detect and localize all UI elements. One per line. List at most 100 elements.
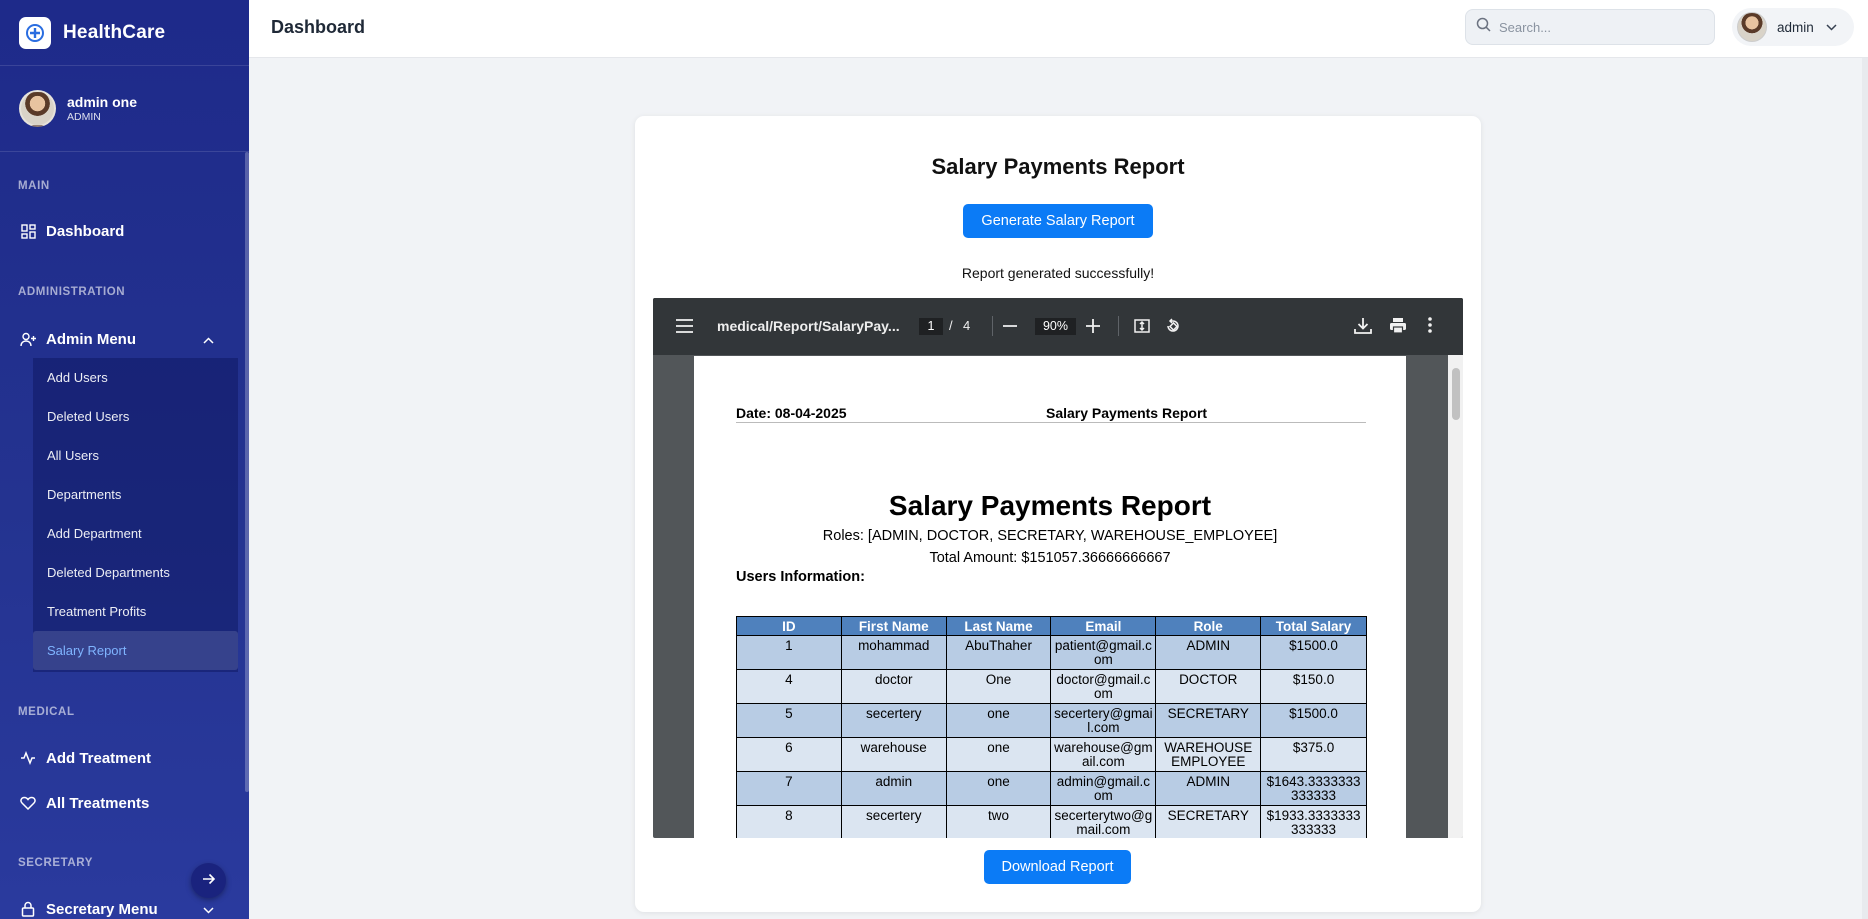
heart-icon (19, 794, 37, 812)
table-cell: admin@gmail.com (1050, 771, 1157, 806)
pdf-title: Salary Payments Report (888, 490, 1212, 521)
zoom-out-icon[interactable] (1003, 325, 1017, 327)
sidebar-item-add-users[interactable]: Add Users (33, 358, 238, 397)
search-box[interactable] (1465, 9, 1715, 45)
table-row: 8 secertery two secerterytwo@gmail.com S… (736, 805, 1367, 838)
table-cell: 6 (736, 737, 842, 772)
section-label-medical: MEDICAL (18, 706, 75, 718)
pdf-users-heading: Users Information: (736, 569, 865, 585)
sidebar-item-deleted-users[interactable]: Deleted Users (33, 397, 238, 436)
table-cell: SECRETARY (1155, 805, 1262, 838)
profile-menu[interactable]: admin (1732, 8, 1854, 46)
admin-submenu: Add Users Deleted Users All Users Depart… (33, 358, 238, 672)
pdf-header-rule (736, 422, 1366, 423)
table-cell: $375.0 (1260, 737, 1367, 772)
sidebar-item-secretary-menu[interactable]: Secretary Menu (0, 898, 240, 919)
table-row: 7 admin one admin@gmail.com ADMIN $1643.… (736, 771, 1367, 806)
activity-icon (19, 749, 37, 767)
sidebar-item-salary-report[interactable]: Salary Report (33, 631, 238, 670)
pdf-header-title: Salary Payments Report (1046, 405, 1208, 421)
pdf-total-amount: Total Amount: $151057.36666666667 (929, 550, 1171, 566)
collapse-sidebar-button[interactable] (191, 863, 226, 898)
table-cell: one (945, 737, 1052, 772)
sidebar-user-name: admin one (67, 94, 138, 110)
success-message: Report generated successfully! (961, 265, 1155, 281)
table-cell: 1 (736, 635, 842, 670)
sidebar-item-dashboard[interactable]: Dashboard (0, 220, 240, 242)
page-total: 4 (963, 318, 971, 333)
table-cell: WAREHOUSE EMPLOYEE (1155, 737, 1262, 772)
table-cell: one (945, 771, 1052, 806)
zoom-level[interactable]: 90% (1035, 318, 1076, 335)
table-cell: doctor@gmail.com (1050, 669, 1157, 704)
table-cell: patient@gmail.com (1050, 635, 1157, 670)
sidebar-item-add-department[interactable]: Add Department (33, 514, 238, 553)
sidebar-user: admin one ADMIN (0, 66, 249, 152)
table-header-row: ID First Name Last Name Email Role Total… (736, 616, 1367, 636)
section-label-main: MAIN (18, 180, 50, 192)
sidebar-item-all-treatments[interactable]: All Treatments (0, 792, 240, 814)
sidebar-item-add-treatment[interactable]: Add Treatment (0, 747, 240, 769)
sidebar-item-admin-menu[interactable]: Admin Menu (0, 328, 240, 350)
avatar (1737, 12, 1767, 42)
page-number-input[interactable]: 1 (919, 318, 943, 335)
fit-page-icon[interactable] (1134, 318, 1150, 334)
sidebar: HealthCare admin one ADMIN MAIN Dashboar… (0, 0, 249, 919)
table-header: ID (736, 616, 842, 636)
sidebar-item-deleted-departments[interactable]: Deleted Departments (33, 553, 238, 592)
sidebar-item-label: All Treatments (46, 794, 150, 812)
sidebar-item-departments[interactable]: Departments (33, 475, 238, 514)
report-title: Salary Payments Report (931, 154, 1185, 179)
generate-report-button[interactable]: Generate Salary Report (963, 204, 1153, 238)
table-header: Total Salary (1260, 616, 1367, 636)
topbar: Dashboard admin (249, 0, 1868, 58)
pdf-scrollbar[interactable] (1448, 355, 1463, 838)
toolbar-divider (992, 316, 993, 336)
table-header: Email (1050, 616, 1157, 636)
print-icon[interactable] (1389, 317, 1407, 334)
sidebar-item-all-users[interactable]: All Users (33, 436, 238, 475)
table-cell: secertery@gmail.com (1050, 703, 1157, 738)
chevron-down-icon (203, 901, 214, 918)
table-cell: 5 (736, 703, 842, 738)
more-options-icon[interactable] (1428, 317, 1432, 333)
table-row: 4 doctor One doctor@gmail.com DOCTOR $15… (736, 669, 1367, 704)
table-cell: admin (840, 771, 947, 806)
table-cell: secerterytwo@gmail.com (1050, 805, 1157, 838)
rotate-icon[interactable] (1165, 318, 1181, 334)
pdf-viewer[interactable]: medical/Report/SalaryPay... 1 / 4 90% Da… (653, 298, 1463, 838)
table-cell: warehouse@gmail.com (1050, 737, 1157, 772)
download-icon[interactable] (1354, 317, 1372, 334)
section-label-secretary: SECRETARY (18, 857, 94, 869)
sidebar-item-treatment-profits[interactable]: Treatment Profits (33, 592, 238, 631)
table-cell: ADMIN (1155, 635, 1262, 670)
menu-icon[interactable] (676, 319, 693, 333)
chevron-down-icon (1826, 18, 1837, 36)
chevron-up-icon (203, 331, 214, 348)
toolbar-divider (1118, 316, 1119, 336)
page-scrollbar[interactable] (1862, 58, 1868, 919)
zoom-in-icon[interactable] (1086, 319, 1100, 333)
profile-name: admin (1777, 19, 1814, 35)
pdf-file-name: medical/Report/SalaryPay... (717, 318, 900, 334)
search-input[interactable] (1499, 19, 1699, 35)
sidebar-item-label: Secretary Menu (46, 900, 158, 918)
table-row: 6 warehouse one warehouse@gmail.com WARE… (736, 737, 1367, 772)
pdf-scroll-thumb[interactable] (1452, 368, 1460, 420)
table-cell: secertery (840, 805, 947, 838)
salary-table: ID First Name Last Name Email Role Total… (736, 616, 1367, 838)
sidebar-scrollbar[interactable] (245, 152, 249, 792)
sidebar-item-label: Add Treatment (46, 749, 152, 767)
table-cell: mohammad (840, 635, 947, 670)
brand[interactable]: HealthCare (0, 0, 249, 66)
search-icon (1476, 17, 1491, 37)
lock-icon (19, 900, 37, 918)
arrow-right-icon (202, 872, 216, 890)
download-report-button[interactable]: Download Report (984, 850, 1131, 884)
table-cell: 8 (736, 805, 842, 838)
pdf-date: Date: 08-04-2025 (736, 405, 847, 421)
sidebar-item-label: Admin Menu (46, 330, 136, 348)
salary-report-card: Salary Payments Report Generate Salary R… (635, 116, 1481, 912)
table-cell: doctor (840, 669, 947, 704)
page-separator: / (949, 318, 953, 333)
